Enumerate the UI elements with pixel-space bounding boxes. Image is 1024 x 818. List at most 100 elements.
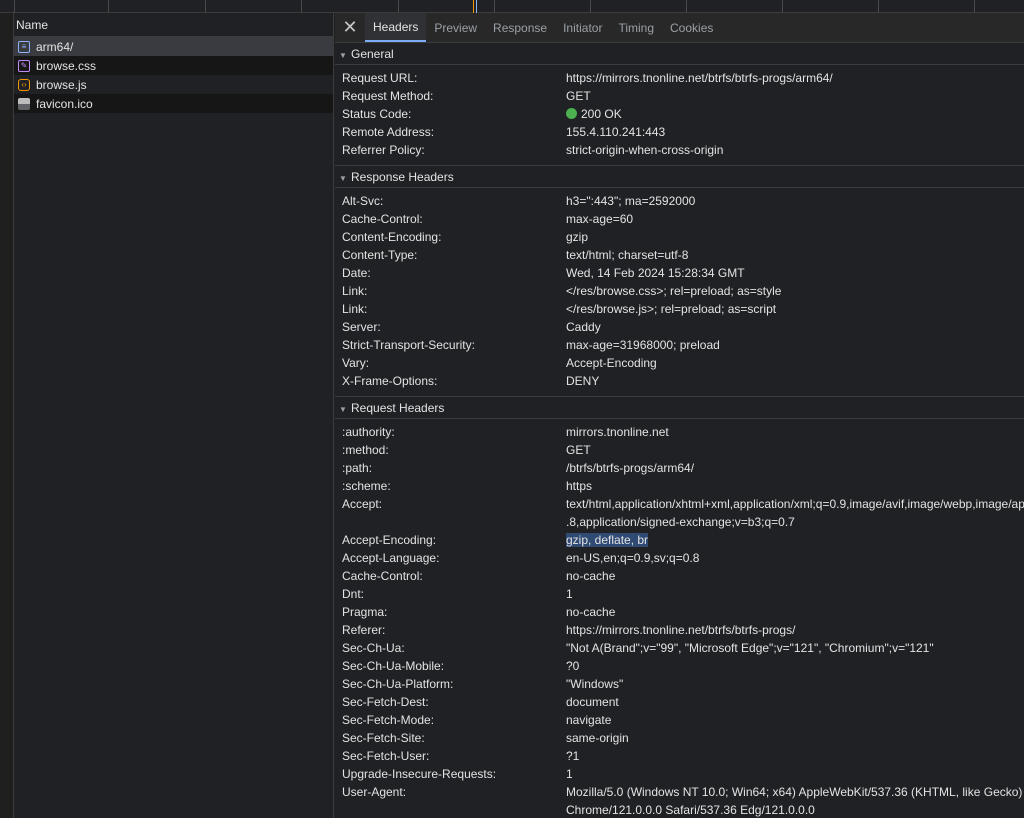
header-row: Content-Type: text/html; charset=utf-8 [335, 246, 1024, 264]
header-value[interactable]: text/html; charset=utf-8 [566, 246, 688, 264]
header-row: Sec-Ch-Ua: "Not A(Brand";v="99", "Microso… [335, 639, 1024, 657]
status-value[interactable]: 200 OK [566, 105, 622, 123]
timeline-tick [398, 0, 399, 13]
stylesheet-icon: ✎ [18, 59, 30, 72]
header-row: Referrer Policy: strict-origin-when-cross… [335, 141, 1024, 159]
header-value[interactable]: gzip [566, 228, 588, 246]
header-row: Alt-Svc: h3=":443"; ma=2592000 [335, 192, 1024, 210]
request-list: ≡ arm64/ ✎ browse.css ‹› browse.js favic… [14, 37, 333, 113]
response-headers-section-header[interactable]: ▼ Response Headers [335, 166, 1024, 188]
tab-response[interactable]: Response [485, 13, 555, 42]
header-value[interactable]: document [566, 693, 619, 711]
header-value[interactable]: no-cache [566, 603, 615, 621]
header-value[interactable]: "Not A(Brand";v="99", "Microsoft Edge";v… [566, 639, 934, 657]
section-title: Request Headers [351, 401, 445, 415]
header-value[interactable]: 1 [566, 585, 573, 603]
header-row: Date: Wed, 14 Feb 2024 15:28:34 GMT [335, 264, 1024, 282]
header-value[interactable]: Mozilla/5.0 (Windows NT 10.0; Win64; x64… [566, 783, 1022, 818]
header-key: Remote Address: [342, 125, 435, 139]
header-row: :path: /btrfs/btrfs-progs/arm64/ [335, 459, 1024, 477]
header-value[interactable]: same-origin [566, 729, 629, 747]
tab-cookies[interactable]: Cookies [662, 13, 721, 42]
header-row: Accept-Language: en-US,en;q=0.9,sv;q=0.8 [335, 549, 1024, 567]
header-value[interactable]: max-age=60 [566, 210, 633, 228]
header-value-line: text/html,application/xhtml+xml,applicat… [566, 497, 1024, 511]
header-row: Sec-Fetch-User: ?1 [335, 747, 1024, 765]
timeline-tick [974, 0, 975, 13]
header-row: Accept-Encoding: gzip, deflate, br [335, 531, 1024, 549]
request-row-favicon[interactable]: favicon.ico [14, 94, 333, 113]
header-row: :method: GET [335, 441, 1024, 459]
header-row: Request URL: https://mirrors.tnonline.net… [335, 69, 1024, 87]
header-value[interactable]: ?1 [566, 747, 579, 765]
header-value[interactable]: navigate [566, 711, 611, 729]
close-icon[interactable]: ✕ [335, 13, 365, 42]
header-key: Sec-Fetch-User: [342, 749, 430, 763]
header-value[interactable]: DENY [566, 372, 599, 390]
header-key: Sec-Ch-Ua-Mobile: [342, 659, 445, 673]
header-key: Referer: [342, 623, 386, 637]
status-ok-icon [566, 108, 577, 119]
header-value[interactable]: gzip, deflate, br [566, 531, 649, 549]
header-value[interactable]: https [566, 477, 592, 495]
header-row: Content-Encoding: gzip [335, 228, 1024, 246]
header-key: Sec-Fetch-Mode: [342, 713, 435, 727]
header-row: X-Frame-Options: DENY [335, 372, 1024, 390]
header-row: Remote Address: 155.4.110.241:443 [335, 123, 1024, 141]
header-value[interactable]: strict-origin-when-cross-origin [566, 141, 723, 159]
header-key: Request URL: [342, 71, 418, 85]
header-key: Sec-Fetch-Site: [342, 731, 425, 745]
header-key: Pragma: [342, 605, 388, 619]
request-row-browse-js[interactable]: ‹› browse.js [14, 75, 333, 94]
header-key: Content-Encoding: [342, 230, 442, 244]
request-headers-section-header[interactable]: ▼ Request Headers [335, 397, 1024, 419]
header-key: Cache-Control: [342, 212, 423, 226]
timeline-tick [494, 0, 495, 13]
request-row-arm64[interactable]: ≡ arm64/ [14, 37, 333, 56]
header-value[interactable]: Accept-Encoding [566, 354, 657, 372]
header-value[interactable]: Wed, 14 Feb 2024 15:28:34 GMT [566, 264, 745, 282]
header-key: Accept-Encoding: [342, 533, 437, 547]
header-row: Vary: Accept-Encoding [335, 354, 1024, 372]
header-value[interactable]: GET [566, 87, 591, 105]
header-value-line: Mozilla/5.0 (Windows NT 10.0; Win64; x64… [566, 785, 1023, 799]
header-value[interactable]: text/html,application/xhtml+xml,applicat… [566, 495, 1024, 531]
expand-triangle-icon: ▼ [339, 174, 347, 183]
request-list-panel: Name ≡ arm64/ ✎ browse.css ‹› browse.js … [0, 13, 334, 818]
header-value[interactable]: 1 [566, 765, 573, 783]
header-value[interactable]: max-age=31968000; preload [566, 336, 720, 354]
header-value[interactable]: mirrors.tnonline.net [566, 423, 669, 441]
header-value[interactable]: </res/browse.css>; rel=preload; as=style [566, 282, 781, 300]
header-value[interactable]: https://mirrors.tnonline.net/btrfs/btrfs… [566, 621, 795, 639]
details-tab-bar: ✕ Headers Preview Response Initiator Tim… [335, 13, 1024, 43]
request-row-browse-css[interactable]: ✎ browse.css [14, 56, 333, 75]
tab-preview[interactable]: Preview [426, 13, 485, 42]
header-value[interactable]: Caddy [566, 318, 601, 336]
header-row: Dnt: 1 [335, 585, 1024, 603]
header-value[interactable]: /btrfs/btrfs-progs/arm64/ [566, 459, 694, 477]
general-section: Request URL: https://mirrors.tnonline.net… [335, 65, 1024, 166]
header-key: User-Agent: [342, 785, 407, 799]
expand-triangle-icon: ▼ [339, 405, 347, 414]
header-value[interactable]: https://mirrors.tnonline.net/btrfs/btrfs… [566, 69, 833, 87]
tab-initiator[interactable]: Initiator [555, 13, 610, 42]
header-value[interactable]: h3=":443"; ma=2592000 [566, 192, 695, 210]
tab-timing[interactable]: Timing [610, 13, 662, 42]
request-name: browse.css [36, 58, 97, 73]
waterfall-overview[interactable] [0, 0, 1024, 13]
header-value[interactable]: GET [566, 441, 591, 459]
header-row: Request Method: GET [335, 87, 1024, 105]
name-column-header[interactable]: Name [14, 13, 333, 37]
request-name: browse.js [36, 77, 87, 92]
header-value[interactable]: </res/browse.js>; rel=preload; as=script [566, 300, 776, 318]
header-value[interactable]: "Windows" [566, 675, 623, 693]
timeline-marker [473, 0, 474, 13]
header-row: Sec-Fetch-Dest: document [335, 693, 1024, 711]
header-value[interactable]: no-cache [566, 567, 615, 585]
header-value[interactable]: 155.4.110.241:443 [566, 123, 665, 141]
header-value[interactable]: en-US,en;q=0.9,sv;q=0.8 [566, 549, 699, 567]
header-value[interactable]: ?0 [566, 657, 579, 675]
general-section-header[interactable]: ▼ General [335, 43, 1024, 65]
status-text: 200 OK [581, 107, 622, 121]
tab-headers[interactable]: Headers [365, 13, 427, 42]
